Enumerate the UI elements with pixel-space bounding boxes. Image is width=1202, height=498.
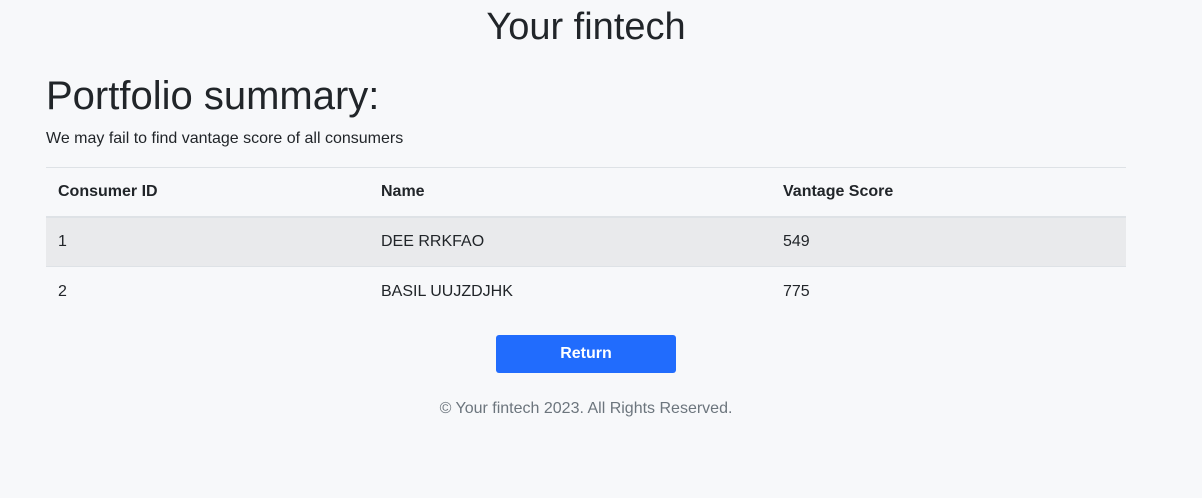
name-cell: BASIL UUJZDJHK — [369, 266, 771, 317]
consumer-id-cell: 2 — [46, 266, 369, 317]
name-cell: DEE RRKFAO — [369, 216, 771, 267]
table-row: 2 BASIL UUJZDJHK 775 — [46, 266, 1126, 317]
column-header-name: Name — [369, 167, 771, 218]
return-button[interactable]: Return — [496, 335, 676, 373]
table-header-row: Consumer ID Name Vantage Score — [46, 167, 1126, 218]
page-title: Your fintech — [486, 6, 686, 48]
note-text: We may fail to find vantage score of all… — [46, 130, 404, 147]
vantage-score-cell: 549 — [771, 216, 1126, 267]
footer-text: © Your fintech 2023. All Rights Reserved… — [439, 400, 733, 417]
section-heading: Portfolio summary: — [46, 74, 380, 118]
column-header-consumer-id: Consumer ID — [46, 167, 369, 218]
column-header-vantage-score: Vantage Score — [771, 167, 1126, 218]
portfolio-table: Consumer ID Name Vantage Score 1 DEE RRK… — [46, 167, 1126, 317]
consumer-id-cell: 1 — [46, 216, 369, 267]
table-row: 1 DEE RRKFAO 549 — [46, 216, 1126, 267]
vantage-score-cell: 775 — [771, 266, 1126, 317]
